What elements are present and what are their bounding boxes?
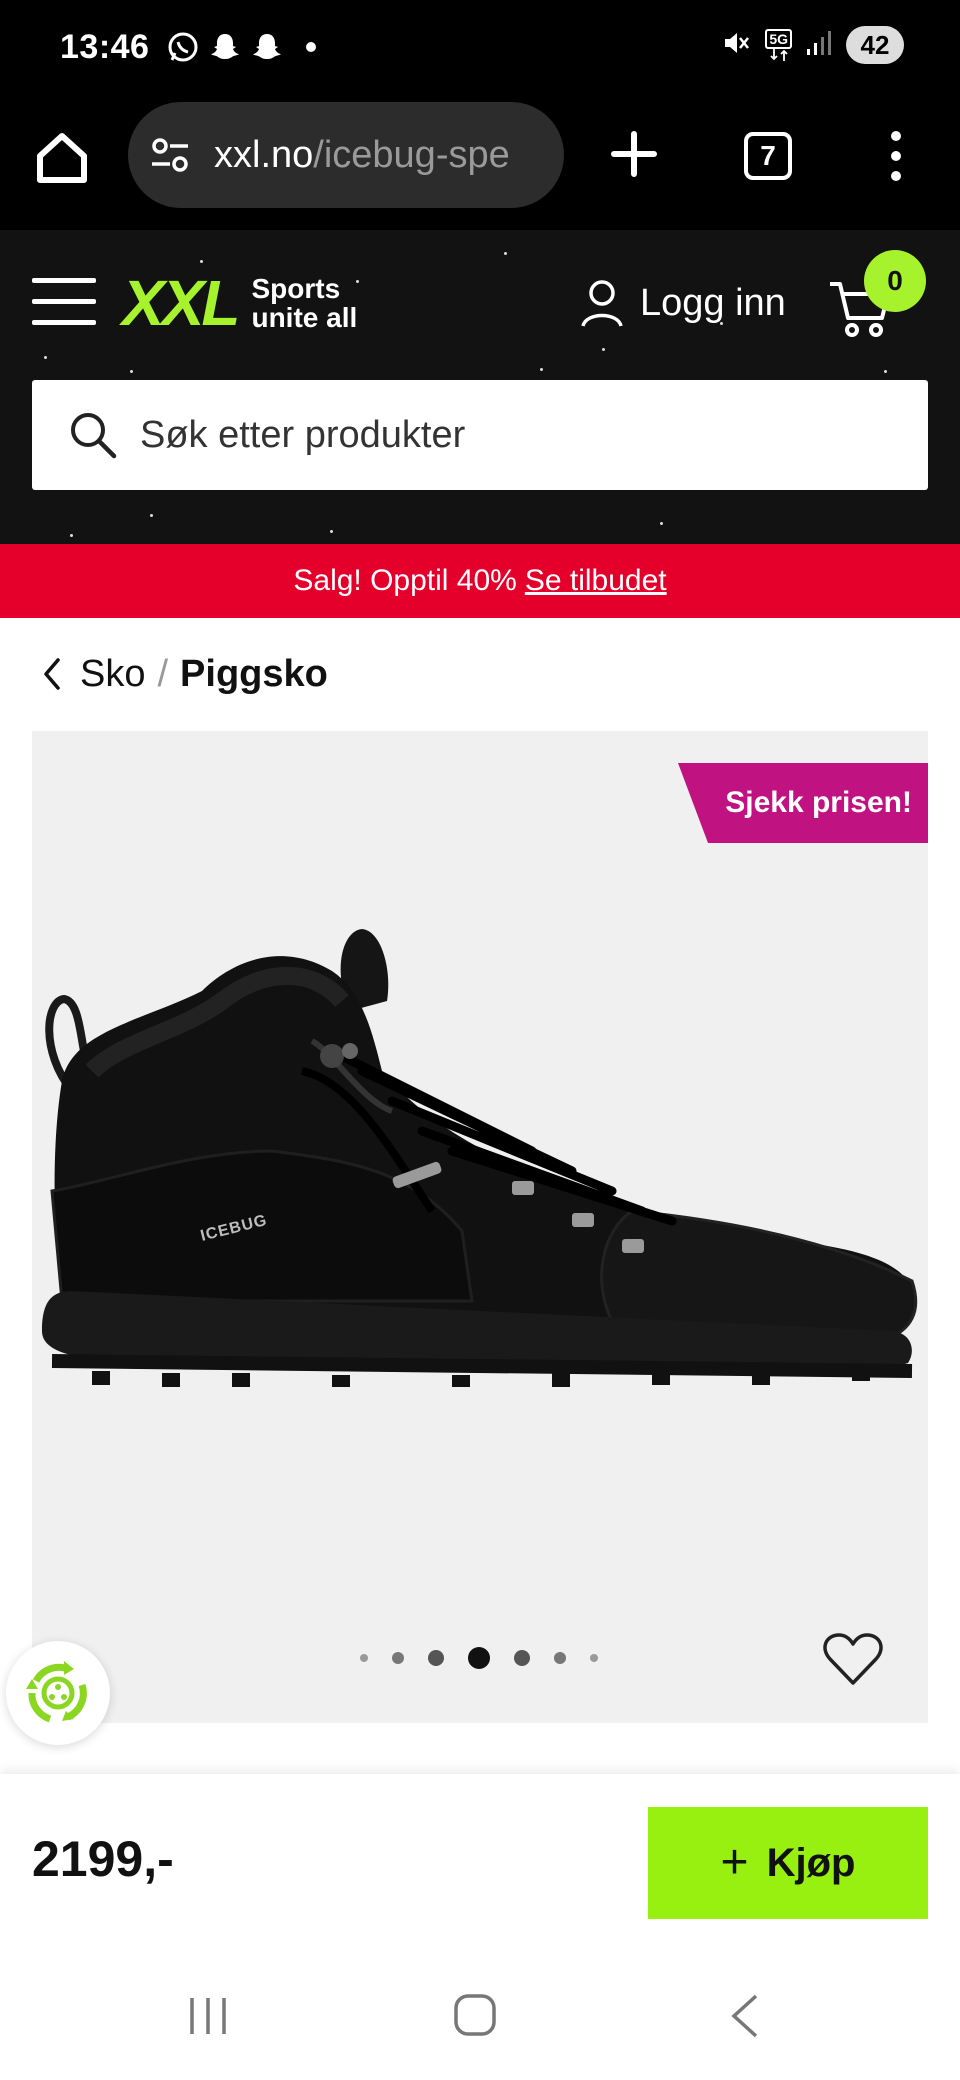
breadcrumb: Sko / Piggsko bbox=[40, 648, 328, 700]
carousel-dot[interactable] bbox=[514, 1650, 530, 1666]
carousel-dot[interactable] bbox=[554, 1652, 566, 1664]
mute-icon bbox=[721, 28, 751, 63]
status-bar: 13:46 5G 42 bbox=[0, 0, 960, 100]
chevron-left-icon[interactable] bbox=[40, 656, 64, 692]
promo-link[interactable]: Se tilbudet bbox=[525, 564, 667, 598]
recent-apps-icon[interactable] bbox=[186, 1994, 230, 2038]
more-notifications-dot bbox=[306, 42, 316, 52]
breadcrumb-separator: / bbox=[157, 652, 169, 695]
system-navigation-bar bbox=[0, 1946, 960, 2080]
carousel-dot[interactable] bbox=[590, 1654, 598, 1662]
buy-button[interactable]: + Kjøp bbox=[648, 1807, 928, 1919]
decorative-star bbox=[504, 252, 507, 255]
site-header: XXL Sports unite all Logg inn 0 bbox=[0, 230, 960, 544]
buy-bar: 2199,- + Kjøp bbox=[0, 1774, 960, 1946]
notification-icons bbox=[166, 30, 316, 64]
tagline-line-1: Sports bbox=[251, 273, 341, 304]
network-5g-icon: 5G bbox=[765, 29, 792, 61]
carousel-indicator[interactable] bbox=[360, 1647, 598, 1669]
url-bar[interactable]: xxl.no/icebug-spe bbox=[128, 102, 564, 208]
decorative-star bbox=[602, 348, 605, 351]
product-price: 2199,- bbox=[32, 1831, 174, 1887]
promo-text: Salg! Opptil 40% bbox=[293, 564, 517, 597]
url-host: xxl.no bbox=[214, 134, 314, 176]
decorative-star bbox=[150, 514, 153, 517]
logo-wordmark: XXL bbox=[122, 267, 240, 339]
more-menu-icon[interactable] bbox=[878, 128, 914, 184]
decorative-star bbox=[130, 370, 133, 373]
search-input[interactable] bbox=[140, 406, 900, 464]
decorative-star bbox=[200, 260, 203, 263]
home-icon[interactable] bbox=[452, 1992, 498, 2038]
product-image: ICEBUG bbox=[42, 929, 918, 1387]
heart-icon[interactable] bbox=[822, 1631, 884, 1687]
plus-icon: + bbox=[720, 1836, 749, 1889]
url-path: /icebug-spe bbox=[313, 134, 510, 176]
snapchat-icon bbox=[250, 30, 284, 64]
new-tab-icon[interactable] bbox=[606, 126, 662, 182]
cart-count-badge: 0 bbox=[864, 250, 926, 312]
breadcrumb-parent[interactable]: Sko bbox=[80, 653, 145, 696]
network-label: 5G bbox=[765, 29, 792, 49]
carousel-dot[interactable] bbox=[392, 1652, 404, 1664]
tagline-line-2: unite all bbox=[251, 302, 358, 333]
status-time: 13:46 bbox=[60, 28, 150, 66]
browser-toolbar: xxl.no/icebug-spe 7 bbox=[0, 100, 960, 230]
search-icon bbox=[71, 413, 117, 459]
search-box[interactable] bbox=[32, 380, 928, 490]
snapchat-icon bbox=[208, 30, 242, 64]
back-icon[interactable] bbox=[726, 1992, 762, 2040]
hamburger-menu-icon[interactable] bbox=[32, 278, 96, 326]
signal-icon bbox=[806, 29, 832, 62]
site-settings-icon[interactable] bbox=[150, 137, 190, 173]
browser-home-icon[interactable] bbox=[30, 126, 94, 190]
decorative-star bbox=[540, 368, 543, 371]
decorative-star bbox=[330, 530, 333, 533]
price-check-ribbon[interactable]: Sjekk prisen! bbox=[678, 763, 928, 843]
carousel-dot-active[interactable] bbox=[468, 1647, 490, 1669]
decorative-star bbox=[884, 370, 887, 373]
login-label: Logg inn bbox=[640, 281, 786, 324]
carousel-dot[interactable] bbox=[360, 1654, 368, 1662]
user-icon bbox=[581, 280, 623, 327]
decorative-star bbox=[44, 356, 47, 359]
product-image-carousel[interactable]: Sjekk prisen! ICEBUG bbox=[32, 731, 928, 1723]
battery-indicator: 42 bbox=[846, 26, 904, 64]
decorative-star bbox=[70, 534, 73, 537]
buy-label: Kjøp bbox=[766, 1840, 856, 1885]
logo-tagline: Sports unite all bbox=[251, 274, 357, 332]
recycle-icon[interactable] bbox=[6, 1641, 110, 1745]
carousel-dot[interactable] bbox=[428, 1650, 444, 1666]
system-icons: 5G 42 bbox=[721, 26, 904, 64]
xxl-logo[interactable]: XXL Sports unite all bbox=[122, 267, 357, 339]
breadcrumb-current: Piggsko bbox=[180, 652, 328, 695]
whatsapp-icon bbox=[166, 30, 200, 64]
tab-switcher-button[interactable]: 7 bbox=[744, 132, 792, 180]
promo-banner: Salg! Opptil 40% Se tilbudet bbox=[0, 544, 960, 618]
decorative-star bbox=[660, 522, 663, 525]
login-button[interactable]: Logg inn bbox=[580, 278, 786, 328]
url-text[interactable]: xxl.no/icebug-spe bbox=[214, 134, 550, 178]
